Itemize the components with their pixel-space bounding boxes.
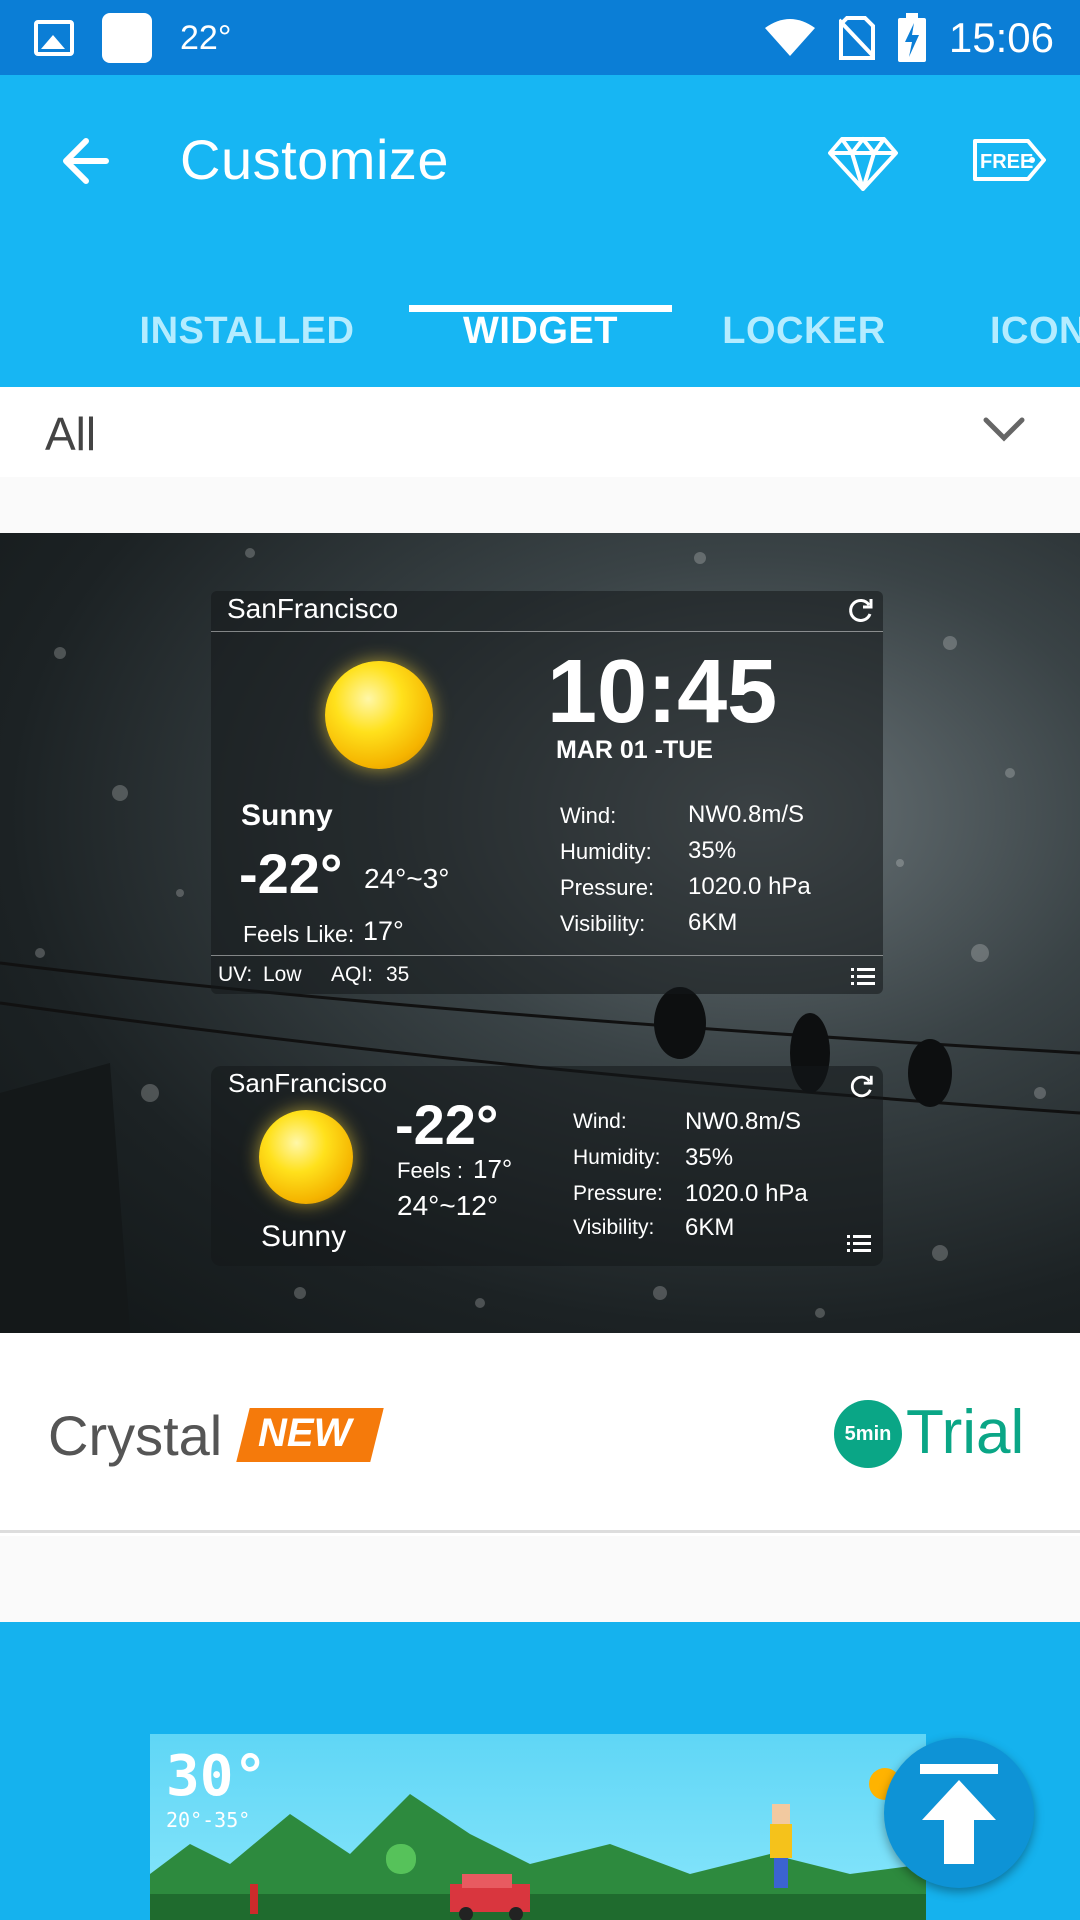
page-title: Customize [180,128,450,191]
gallery-notification-icon [34,20,74,56]
small-widget-condition: Sunny [261,1220,347,1253]
large-weather-widget: SanFrancisco 10:45 MAR 01 -TUE Sunny -22… [211,591,883,994]
wind-value: NW0.8m/S [688,801,805,828]
status-temperature: 22° [180,18,232,57]
widget-card-footer: Crystal NEW 5min Trial [0,1333,1080,1533]
arrow-up-to-top-icon [920,1764,998,1864]
large-widget-condition: Sunny [241,799,333,832]
aqi-value: 35 [386,963,410,986]
status-bar: 22° 15:06 [0,0,1080,75]
diamond-icon[interactable] [828,135,898,191]
scroll-to-top-button[interactable] [884,1738,1034,1888]
large-widget-temperature: -22° [239,842,343,905]
feels-like-label: Feels Like: [243,921,355,947]
tab-locker[interactable]: LOCKER [700,275,908,387]
tab-installed[interactable]: INSTALLED [112,275,382,387]
small-pressure-value: 1020.0 hPa [685,1180,808,1207]
filter-selected: All [45,408,97,460]
aqi-label: AQI: [331,963,374,986]
menu-list-icon [851,968,875,985]
tab-indicator [409,305,672,312]
menu-list-icon [847,1235,871,1252]
tab-widget[interactable]: WIDGET [409,275,672,387]
back-arrow-icon[interactable] [56,131,116,191]
small-humidity-label: Humidity: [573,1146,661,1169]
battery-charging-icon [897,13,926,62]
small-visibility-value: 6KM [685,1214,735,1241]
widget-preview-image: SanFrancisco 10:45 MAR 01 -TUE Sunny -22… [0,533,1080,1333]
uv-value: Low [263,963,302,986]
small-feels-value: 17° [473,1154,513,1184]
humidity-label: Humidity: [560,839,652,864]
sun-icon [325,661,433,769]
app-bar: Customize FREE INSTALLED WIDGET LOCKER I… [0,75,1080,387]
wind-label: Wind: [560,803,617,828]
small-weather-widget: SanFrancisco Sunny -22° Feels : 17° 24°~… [211,1066,883,1266]
small-widget-temperature: -22° [395,1093,499,1156]
large-widget-time: 10:45 [547,642,778,742]
pressure-value: 1020.0 hPa [688,873,811,900]
small-wind-value: NW0.8m/S [685,1108,802,1135]
status-time: 15:06 [948,14,1054,61]
humidity-value: 35% [688,837,737,864]
tab-icon[interactable]: ICON [980,275,1080,387]
large-widget-date: MAR 01 -TUE [556,736,713,764]
pixel-widget-preview: 30° 20°-35° [150,1734,926,1920]
no-sim-icon [838,16,875,60]
pixel-widget-range: 20°-35° [166,1808,251,1832]
small-widget-city: SanFrancisco [228,1068,387,1098]
large-widget-range: 24°~3° [364,863,450,894]
small-humidity-value: 35% [685,1144,734,1171]
large-widget-city: SanFrancisco [227,593,399,624]
free-tag-icon[interactable]: FREE [972,137,1046,183]
widget-name: Crystal [48,1404,223,1467]
trial-duration-badge[interactable]: 5min [834,1400,902,1468]
chevron-down-icon[interactable] [982,414,1026,444]
small-widget-range: 24°~12° [397,1190,499,1221]
category-filter[interactable]: All [0,387,1080,477]
small-feels-label: Feels : [397,1158,464,1183]
svg-text:FREE: FREE [980,151,1033,173]
widget-card[interactable]: SanFrancisco 10:45 MAR 01 -TUE Sunny -22… [0,533,1080,1536]
new-badge-label: NEW [258,1411,352,1455]
tab-bar: INSTALLED WIDGET LOCKER ICON [0,275,1080,387]
visibility-label: Visibility: [560,911,646,936]
small-pressure-label: Pressure: [573,1182,663,1205]
wifi-icon [764,19,815,56]
small-visibility-label: Visibility: [573,1216,655,1239]
small-wind-label: Wind: [573,1110,627,1133]
sun-icon [259,1110,353,1204]
refresh-icon [849,598,873,622]
pressure-label: Pressure: [560,875,655,900]
refresh-icon [850,1075,873,1098]
uv-label: UV: [218,963,253,986]
visibility-value: 6KM [688,909,738,936]
feels-like-value: 17° [363,916,404,946]
app-notification-icon [102,13,152,63]
pixel-widget-temperature: 30° [166,1744,268,1809]
trial-button[interactable]: Trial [906,1397,1024,1468]
